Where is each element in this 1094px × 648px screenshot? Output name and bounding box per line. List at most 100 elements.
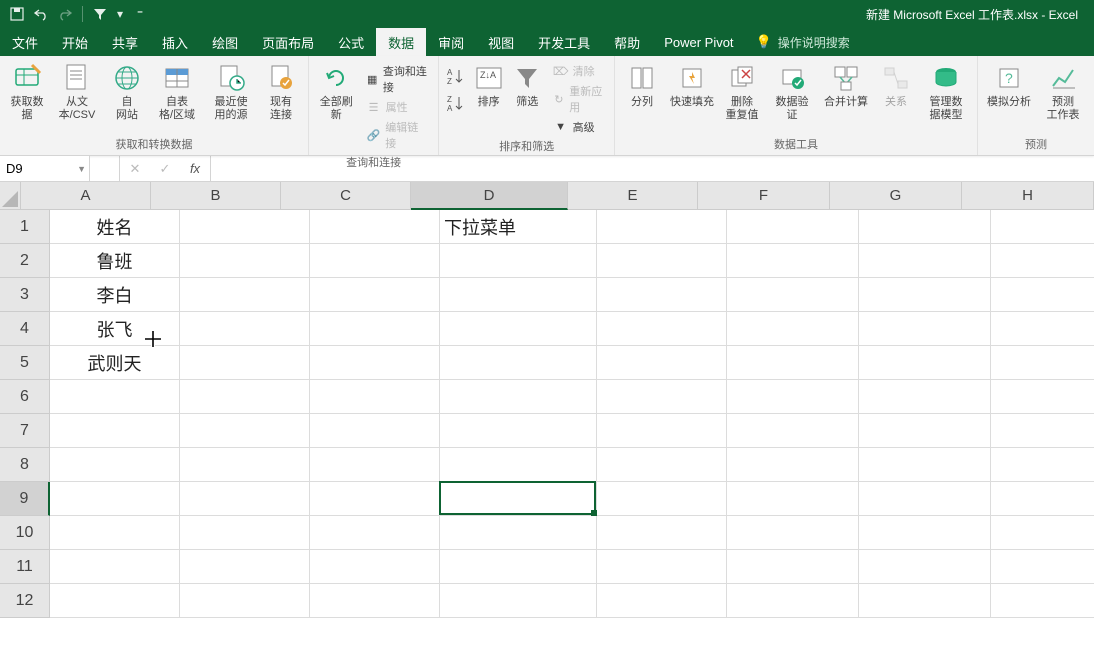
cell-D8[interactable]: [440, 448, 597, 482]
row-header-5[interactable]: 5: [0, 346, 50, 380]
cell-D1[interactable]: 下拉菜单: [440, 210, 597, 244]
column-header-E[interactable]: E: [568, 182, 698, 210]
cell-E8[interactable]: [597, 448, 727, 482]
tab-data[interactable]: 数据: [376, 28, 426, 56]
cell-F5[interactable]: [727, 346, 859, 380]
cell-C5[interactable]: [310, 346, 440, 380]
cell-B10[interactable]: [180, 516, 310, 550]
advanced-filter-button[interactable]: ▼高级: [549, 118, 608, 136]
cell-G8[interactable]: [859, 448, 991, 482]
cell-A10[interactable]: [50, 516, 180, 550]
row-header-9[interactable]: 9: [0, 482, 50, 516]
cell-C9[interactable]: [310, 482, 440, 516]
cell-B9[interactable]: [180, 482, 310, 516]
cell-F6[interactable]: [727, 380, 859, 414]
cell-C1[interactable]: [310, 210, 440, 244]
tab-file[interactable]: 文件: [0, 28, 50, 56]
cell-E7[interactable]: [597, 414, 727, 448]
column-header-F[interactable]: F: [698, 182, 830, 210]
manage-data-model-button[interactable]: 管理数 据模型: [921, 60, 971, 122]
cell-D11[interactable]: [440, 550, 597, 584]
cell-C2[interactable]: [310, 244, 440, 278]
cell-H4[interactable]: [991, 312, 1094, 346]
sort-button[interactable]: Z↓A排序: [471, 60, 506, 109]
cell-A5[interactable]: 武则天: [50, 346, 180, 380]
cell-D12[interactable]: [440, 584, 597, 618]
column-header-G[interactable]: G: [830, 182, 962, 210]
cell-G10[interactable]: [859, 516, 991, 550]
cell-G11[interactable]: [859, 550, 991, 584]
cell-B8[interactable]: [180, 448, 310, 482]
select-all-corner[interactable]: [0, 182, 21, 210]
name-box[interactable]: ▼: [0, 156, 90, 181]
cell-F8[interactable]: [727, 448, 859, 482]
whatif-button[interactable]: ?模拟分析: [984, 60, 1034, 109]
cell-C6[interactable]: [310, 380, 440, 414]
cell-B12[interactable]: [180, 584, 310, 618]
cell-C11[interactable]: [310, 550, 440, 584]
cell-H3[interactable]: [991, 278, 1094, 312]
cell-G12[interactable]: [859, 584, 991, 618]
sort-asc-button[interactable]: AZ: [445, 66, 467, 91]
row-header-2[interactable]: 2: [0, 244, 50, 278]
cell-C4[interactable]: [310, 312, 440, 346]
tab-share[interactable]: 共享: [100, 28, 150, 56]
column-header-C[interactable]: C: [281, 182, 411, 210]
cell-F12[interactable]: [727, 584, 859, 618]
cell-F4[interactable]: [727, 312, 859, 346]
cell-C3[interactable]: [310, 278, 440, 312]
cell-B7[interactable]: [180, 414, 310, 448]
cell-E12[interactable]: [597, 584, 727, 618]
cell-F10[interactable]: [727, 516, 859, 550]
cancel-formula-button[interactable]: ✕: [120, 161, 150, 177]
cell-H12[interactable]: [991, 584, 1094, 618]
name-box-input[interactable]: [6, 161, 83, 176]
cell-F1[interactable]: [727, 210, 859, 244]
insert-function-button[interactable]: fx: [180, 161, 210, 176]
flash-fill-button[interactable]: 快速填充: [667, 60, 717, 109]
cell-A8[interactable]: [50, 448, 180, 482]
data-validation-button[interactable]: 数据验 证: [767, 60, 817, 122]
cell-B1[interactable]: [180, 210, 310, 244]
cell-F11[interactable]: [727, 550, 859, 584]
tab-powerpivot[interactable]: Power Pivot: [652, 28, 745, 56]
tab-insert[interactable]: 插入: [150, 28, 200, 56]
row-header-10[interactable]: 10: [0, 516, 50, 550]
cell-G5[interactable]: [859, 346, 991, 380]
cell-E10[interactable]: [597, 516, 727, 550]
cell-F2[interactable]: [727, 244, 859, 278]
cell-B2[interactable]: [180, 244, 310, 278]
row-header-11[interactable]: 11: [0, 550, 50, 584]
cell-C8[interactable]: [310, 448, 440, 482]
cell-D3[interactable]: [440, 278, 597, 312]
cell-B4[interactable]: [180, 312, 310, 346]
column-header-D[interactable]: D: [411, 182, 568, 210]
cell-E5[interactable]: [597, 346, 727, 380]
cell-B3[interactable]: [180, 278, 310, 312]
cell-F9[interactable]: [727, 482, 859, 516]
cell-H7[interactable]: [991, 414, 1094, 448]
undo-icon[interactable]: [32, 5, 50, 23]
qat-overflow-icon[interactable]: ⁼: [131, 5, 149, 23]
cell-E2[interactable]: [597, 244, 727, 278]
filter-icon[interactable]: [91, 5, 109, 23]
cell-F3[interactable]: [727, 278, 859, 312]
cell-G6[interactable]: [859, 380, 991, 414]
cell-E6[interactable]: [597, 380, 727, 414]
remove-duplicates-button[interactable]: 删除 重复值: [721, 60, 763, 122]
save-icon[interactable]: [8, 5, 26, 23]
refresh-all-button[interactable]: 全部刷新: [315, 60, 358, 122]
column-header-H[interactable]: H: [962, 182, 1094, 210]
cell-D4[interactable]: [440, 312, 597, 346]
cell-A9[interactable]: [50, 482, 180, 516]
filter-button[interactable]: 筛选: [510, 60, 545, 109]
cell-B5[interactable]: [180, 346, 310, 380]
tab-layout[interactable]: 页面布局: [250, 28, 326, 56]
name-box-dropdown-icon[interactable]: ▼: [77, 164, 86, 174]
tab-help[interactable]: 帮助: [602, 28, 652, 56]
cell-E9[interactable]: [597, 482, 727, 516]
from-web-button[interactable]: 自 网站: [106, 60, 148, 122]
tell-me-search[interactable]: 💡 操作说明搜索: [756, 28, 850, 56]
cell-H11[interactable]: [991, 550, 1094, 584]
cell-E11[interactable]: [597, 550, 727, 584]
